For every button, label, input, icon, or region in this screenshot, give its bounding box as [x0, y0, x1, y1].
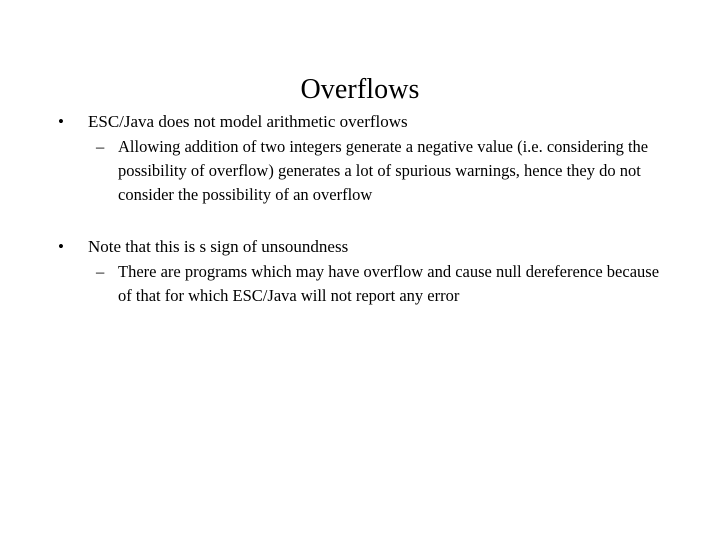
bullet-dash-icon: –	[96, 262, 105, 281]
bullet-level1-text: ESC/Java does not model arithmetic overf…	[88, 112, 408, 131]
bullet-level2-item: – Allowing addition of two integers gene…	[0, 135, 720, 207]
bullet-dot-icon: •	[58, 112, 64, 131]
bullet-level2-text: Allowing addition of two integers genera…	[118, 137, 649, 204]
bullet-dash-icon: –	[96, 137, 105, 156]
bullet-group-1: • ESC/Java does not model arithmetic ove…	[0, 110, 720, 207]
bullet-level2-item: – There are programs which may have over…	[0, 260, 720, 308]
presentation-slide: Overflows • ESC/Java does not model arit…	[0, 0, 720, 540]
slide-body: • ESC/Java does not model arithmetic ove…	[0, 110, 720, 308]
bullet-group-2: • Note that this is s sign of unsoundnes…	[0, 235, 720, 308]
bullet-level1-item: • Note that this is s sign of unsoundnes…	[0, 235, 720, 259]
bullet-dot-icon: •	[58, 237, 64, 256]
bullet-level1-item: • ESC/Java does not model arithmetic ove…	[0, 110, 720, 134]
slide-title: Overflows	[300, 73, 420, 105]
bullet-level2-text: There are programs which may have overfl…	[118, 262, 660, 305]
bullet-level1-text: Note that this is s sign of unsoundness	[88, 237, 349, 256]
